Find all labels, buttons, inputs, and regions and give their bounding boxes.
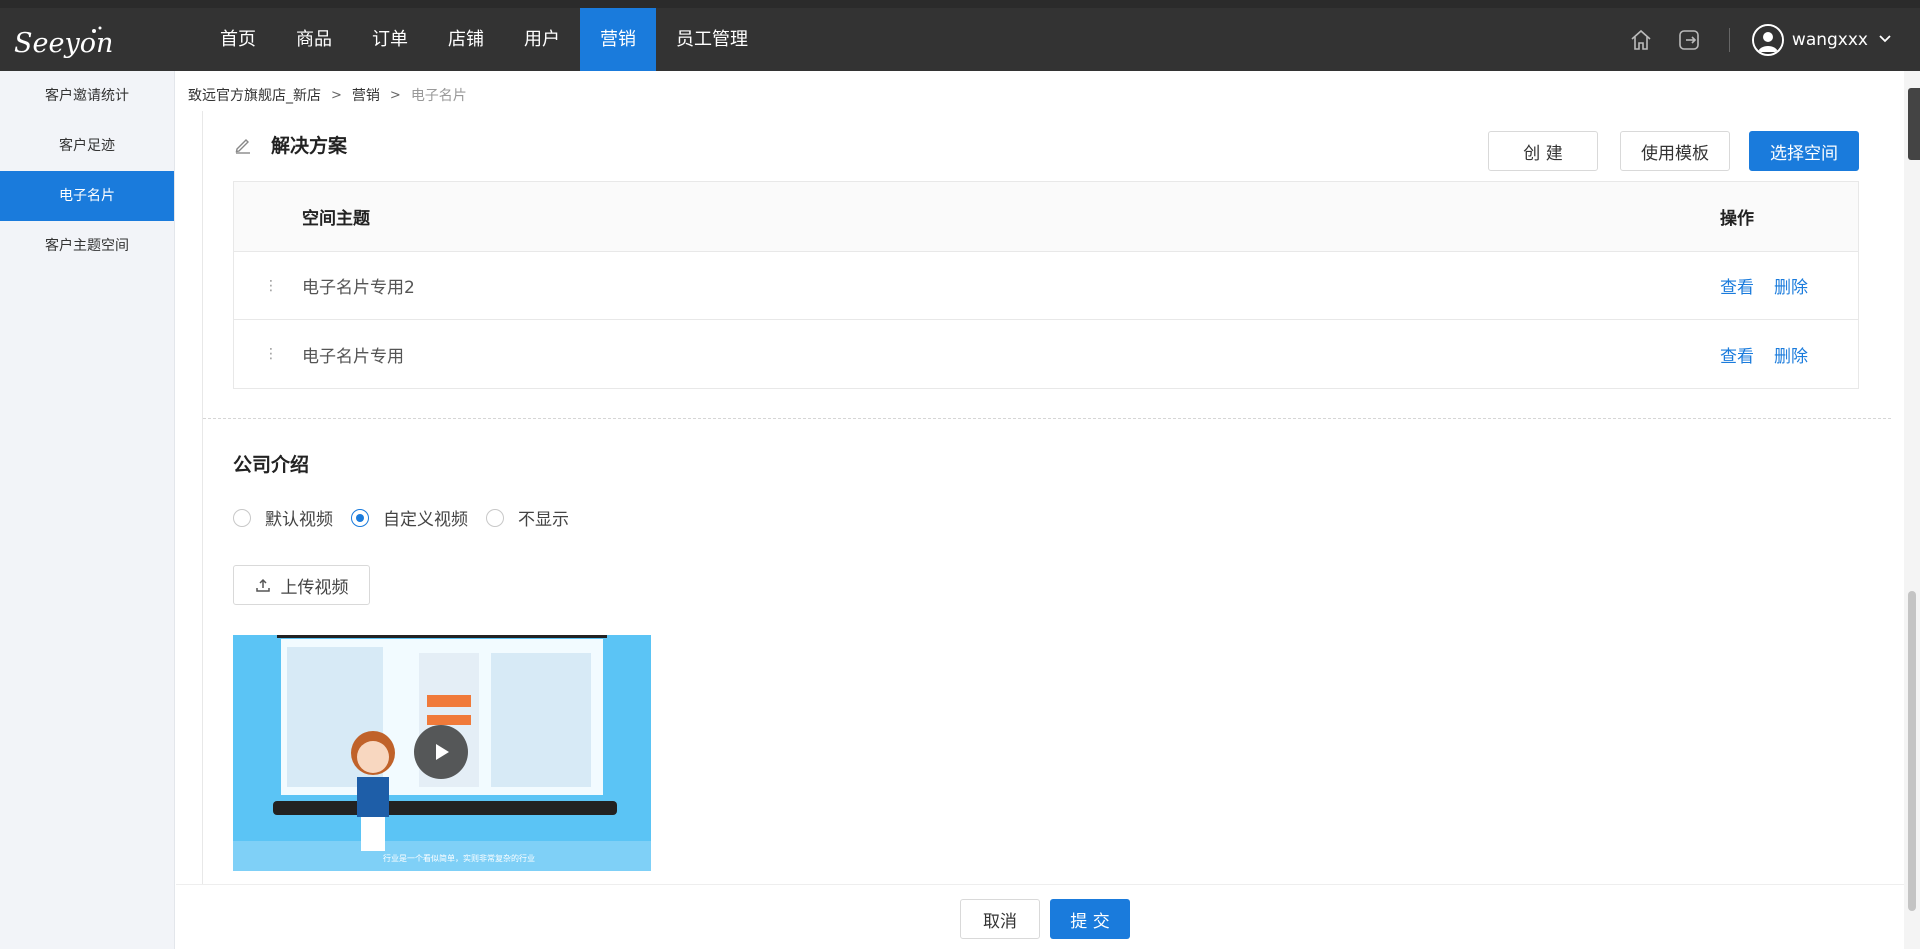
upload-icon <box>255 578 270 592</box>
delete-link[interactable]: 删除 <box>1774 342 1808 367</box>
breadcrumb-separator: > <box>389 87 401 103</box>
create-button[interactable]: 创 建 <box>1488 131 1598 171</box>
table-header: 空间主题 操作 <box>234 182 1858 252</box>
breadcrumb-item-shop[interactable]: 致远官方旗舰店_新店 <box>188 85 321 105</box>
solutions-title: 解决方案 <box>271 135 348 157</box>
home-icon[interactable] <box>1627 26 1655 54</box>
breadcrumb: 致远官方旗舰店_新店 > 营销 > 电子名片 <box>188 85 467 105</box>
nav-item-1[interactable]: 商品 <box>276 8 352 71</box>
video-option-radio-2[interactable] <box>486 508 504 527</box>
main-nav: 首页 商品 订单 店铺 用户 营销 员工管理 <box>200 8 768 71</box>
nav-item-0[interactable]: 首页 <box>200 8 276 71</box>
solutions-header: 解决方案 <box>233 131 347 158</box>
main-content: 致远官方旗舰店_新店 > 营销 > 电子名片 解决方案 创 建 使用模板 选择空… <box>176 71 1904 949</box>
upload-video-button[interactable]: 上传视频 <box>233 565 370 605</box>
video-option-label-2[interactable]: 不显示 <box>518 505 569 530</box>
use-template-button[interactable]: 使用模板 <box>1620 131 1730 171</box>
section-divider <box>203 418 1891 419</box>
nav-item-3[interactable]: 店铺 <box>428 8 504 71</box>
solutions-table: 空间主题 操作 ⋮ 电子名片专用2 查看 删除 ⋮ 电子名片专用 查看 删除 <box>233 181 1859 389</box>
drag-handle-icon[interactable]: ⋮ <box>264 252 278 319</box>
row-actions: 查看 删除 <box>1720 320 1828 388</box>
table-row: ⋮ 电子名片专用2 查看 删除 <box>234 252 1858 320</box>
sidebar-item-1[interactable]: 客户足迹 <box>0 121 174 171</box>
header-actions: wangxxx <box>1627 8 1920 71</box>
sidebar-item-2[interactable]: 电子名片 <box>0 171 174 221</box>
column-header-ops: 操作 <box>1720 209 1754 229</box>
breadcrumb-item-current: 电子名片 <box>410 88 467 104</box>
view-link[interactable]: 查看 <box>1720 273 1754 298</box>
logo-text: Seeyon <box>14 28 113 59</box>
video-option-label-1[interactable]: 自定义视频 <box>383 505 468 530</box>
scrollbar-thumb[interactable] <box>1908 591 1916 911</box>
form-footer: 取消 提 交 <box>176 884 1904 949</box>
side-widget-handle[interactable] <box>1908 88 1920 160</box>
page-scrollbar[interactable] <box>1904 71 1920 949</box>
sidebar-item-3[interactable]: 客户主题空间 <box>0 221 174 271</box>
table-row: ⋮ 电子名片专用 查看 删除 <box>234 320 1858 388</box>
logout-icon[interactable] <box>1675 26 1703 54</box>
submit-button[interactable]: 提 交 <box>1050 899 1130 939</box>
video-caption: 行业是一个看似简单，实则非常复杂的行业 <box>383 853 535 863</box>
row-topic: 电子名片专用 <box>302 346 404 367</box>
header-divider <box>1728 27 1730 52</box>
select-space-button[interactable]: 选择空间 <box>1749 131 1859 171</box>
user-avatar[interactable] <box>1751 23 1784 56</box>
play-icon[interactable] <box>414 725 468 779</box>
cancel-button[interactable]: 取消 <box>960 899 1040 939</box>
breadcrumb-item-marketing[interactable]: 营销 <box>352 85 380 105</box>
sidebar-item-0[interactable]: 客户邀请统计 <box>0 71 174 121</box>
video-option-label-0[interactable]: 默认视频 <box>265 505 333 530</box>
row-actions: 查看 删除 <box>1720 252 1828 319</box>
nav-item-6[interactable]: 员工管理 <box>656 8 768 71</box>
nav-item-5[interactable]: 营销 <box>580 8 656 71</box>
edit-icon[interactable] <box>233 135 253 155</box>
chevron-down-icon[interactable] <box>1878 30 1892 49</box>
view-link[interactable]: 查看 <box>1720 342 1754 367</box>
form-panel: 解决方案 创 建 使用模板 选择空间 空间主题 操作 ⋮ 电子名片专用2 查看 删除 ⋮… <box>202 111 1891 911</box>
top-navigation-bar: Seeyon 首页 商品 订单 店铺 用户 营销 员工管理 wangxxx <box>0 0 1920 71</box>
username[interactable]: wangxxx <box>1792 30 1868 50</box>
video-option-radio-1[interactable] <box>351 508 369 527</box>
nav-item-4[interactable]: 用户 <box>504 8 580 71</box>
drag-handle-icon[interactable]: ⋮ <box>264 320 278 388</box>
company-intro-title: 公司介绍 <box>233 454 310 476</box>
video-option-radio-0[interactable] <box>233 508 251 527</box>
nav-item-2[interactable]: 订单 <box>352 8 428 71</box>
video-preview[interactable]: 行业是一个看似简单，实则非常复杂的行业 <box>233 635 651 871</box>
seeyon-logo[interactable]: Seeyon <box>12 22 152 62</box>
upload-video-label: 上传视频 <box>280 577 349 598</box>
row-topic: 电子名片专用2 <box>302 278 415 298</box>
column-header-topic: 空间主题 <box>302 209 370 229</box>
breadcrumb-separator: > <box>331 87 342 103</box>
delete-link[interactable]: 删除 <box>1774 273 1808 298</box>
video-option-group: 默认视频 自定义视频 不显示 <box>233 505 587 530</box>
sidebar: 客户邀请统计 客户足迹 电子名片 客户主题空间 <box>0 71 175 949</box>
